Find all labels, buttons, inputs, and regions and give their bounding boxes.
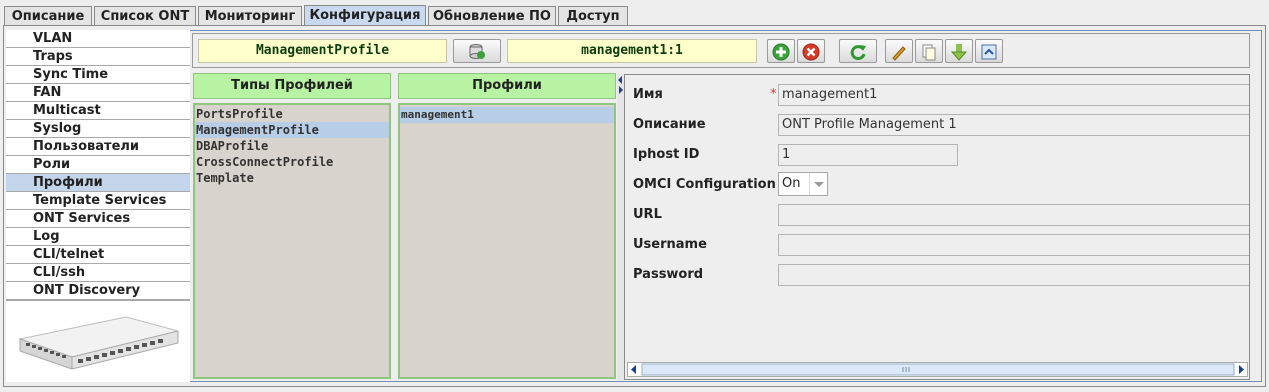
edit-button[interactable]	[885, 39, 913, 63]
add-icon	[772, 43, 790, 61]
download-icon	[950, 44, 968, 61]
list-item[interactable]: ManagementProfile	[195, 122, 389, 138]
delete-button[interactable]	[797, 39, 825, 63]
device-image-box	[6, 300, 190, 382]
sidebar-item-profiles[interactable]: Профили	[6, 174, 190, 192]
sidebar-item-ont-discovery[interactable]: ONT Discovery	[6, 282, 190, 300]
username-field[interactable]	[778, 234, 1249, 256]
tab-description[interactable]: Описание	[4, 6, 92, 26]
sidebar-item-log[interactable]: Log	[6, 228, 190, 246]
sidebar-item-vlan[interactable]: VLAN	[6, 30, 190, 48]
sidebar-item-ont-services[interactable]: ONT Services	[6, 210, 190, 228]
profile-field[interactable]: management1:1	[507, 39, 757, 63]
name-field[interactable]: management1	[778, 84, 1249, 106]
list-item[interactable]: DBAProfile	[195, 138, 389, 154]
name-label: Имя	[633, 87, 663, 102]
profile-type-field[interactable]: ManagementProfile	[198, 39, 447, 63]
password-label: Password	[633, 267, 704, 282]
tab-access[interactable]: Доступ	[558, 6, 628, 26]
list-item[interactable]: PortsProfile	[195, 106, 389, 122]
list-item[interactable]: Template	[195, 170, 389, 186]
sidebar-item-roles[interactable]: Роли	[6, 156, 190, 174]
tab-configuration[interactable]: Конфигурация	[304, 5, 426, 26]
toolbar: ManagementProfile management1:1	[192, 33, 1250, 68]
omci-configuration-label: OMCI Configuration	[633, 177, 776, 192]
sidebar-item-fan[interactable]: FAN	[6, 84, 190, 102]
top-tab-bar: Описание Список ONT Мониторинг Конфигура…	[0, 0, 1269, 26]
sidebar-item-traps[interactable]: Traps	[6, 48, 190, 66]
collapse-arrows-icon	[618, 76, 623, 94]
delete-icon	[802, 43, 820, 61]
copy-button[interactable]	[915, 39, 943, 63]
splitter[interactable]	[617, 74, 624, 380]
tab-ont-list[interactable]: Список ONT	[94, 6, 196, 26]
edit-icon	[892, 46, 906, 61]
description-label: Описание	[633, 117, 706, 132]
sidebar-item-users[interactable]: Пользователи	[6, 138, 190, 156]
username-label: Username	[633, 237, 707, 252]
profiles-list[interactable]: management1	[398, 103, 616, 379]
required-marker: *	[770, 87, 777, 102]
sidebar-item-cli-telnet[interactable]: CLI/telnet	[6, 246, 190, 264]
scroll-right-icon[interactable]	[1239, 365, 1244, 374]
profiles-header: Профили	[398, 73, 616, 99]
refresh-button[interactable]	[839, 39, 877, 63]
iphost-id-label: Iphost ID	[633, 147, 700, 162]
sidebar-item-sync-time[interactable]: Sync Time	[6, 66, 190, 84]
sidebar-item-template-services[interactable]: Template Services	[6, 192, 190, 210]
chevron-down-icon[interactable]	[809, 173, 827, 195]
sidebar-item-syslog[interactable]: Syslog	[6, 120, 190, 138]
description-field[interactable]: ONT Profile Management 1	[778, 114, 1249, 136]
database-refresh-icon	[469, 44, 485, 59]
scroll-left-icon[interactable]	[631, 365, 636, 374]
profile-types-list[interactable]: PortsProfile ManagementProfile DBAProfil…	[193, 103, 391, 379]
list-item[interactable]: CrossConnectProfile	[195, 154, 389, 170]
copy-icon	[922, 44, 936, 61]
database-refresh-button[interactable]	[453, 39, 501, 63]
tab-firmware-update[interactable]: Обновление ПО	[428, 6, 556, 26]
password-field[interactable]	[778, 264, 1249, 286]
scroll-thumb[interactable]	[641, 363, 1235, 376]
download-button[interactable]	[945, 39, 973, 63]
horizontal-scrollbar[interactable]	[627, 362, 1248, 377]
link-icon	[981, 44, 997, 60]
sidebar: VLAN Traps Sync Time FAN Multicast Syslo…	[6, 30, 190, 382]
olt-device-image	[18, 316, 179, 370]
list-item[interactable]: management1	[400, 107, 614, 123]
tab-monitoring[interactable]: Мониторинг	[198, 6, 302, 26]
add-button[interactable]	[767, 39, 795, 63]
url-label: URL	[633, 207, 662, 222]
sidebar-item-multicast[interactable]: Multicast	[6, 102, 190, 120]
profile-form: Имя * management1 Описание ONT Profile M…	[624, 74, 1250, 380]
sidebar-item-cli-ssh[interactable]: CLI/ssh	[6, 264, 190, 282]
profile-types-header: Типы Профилей	[193, 73, 391, 99]
url-field[interactable]	[778, 204, 1249, 226]
link-button[interactable]	[975, 39, 1003, 63]
iphost-id-field[interactable]: 1	[778, 144, 958, 166]
refresh-icon	[850, 45, 866, 61]
omci-configuration-value: On	[782, 176, 801, 191]
omci-configuration-select[interactable]: On	[778, 172, 828, 196]
